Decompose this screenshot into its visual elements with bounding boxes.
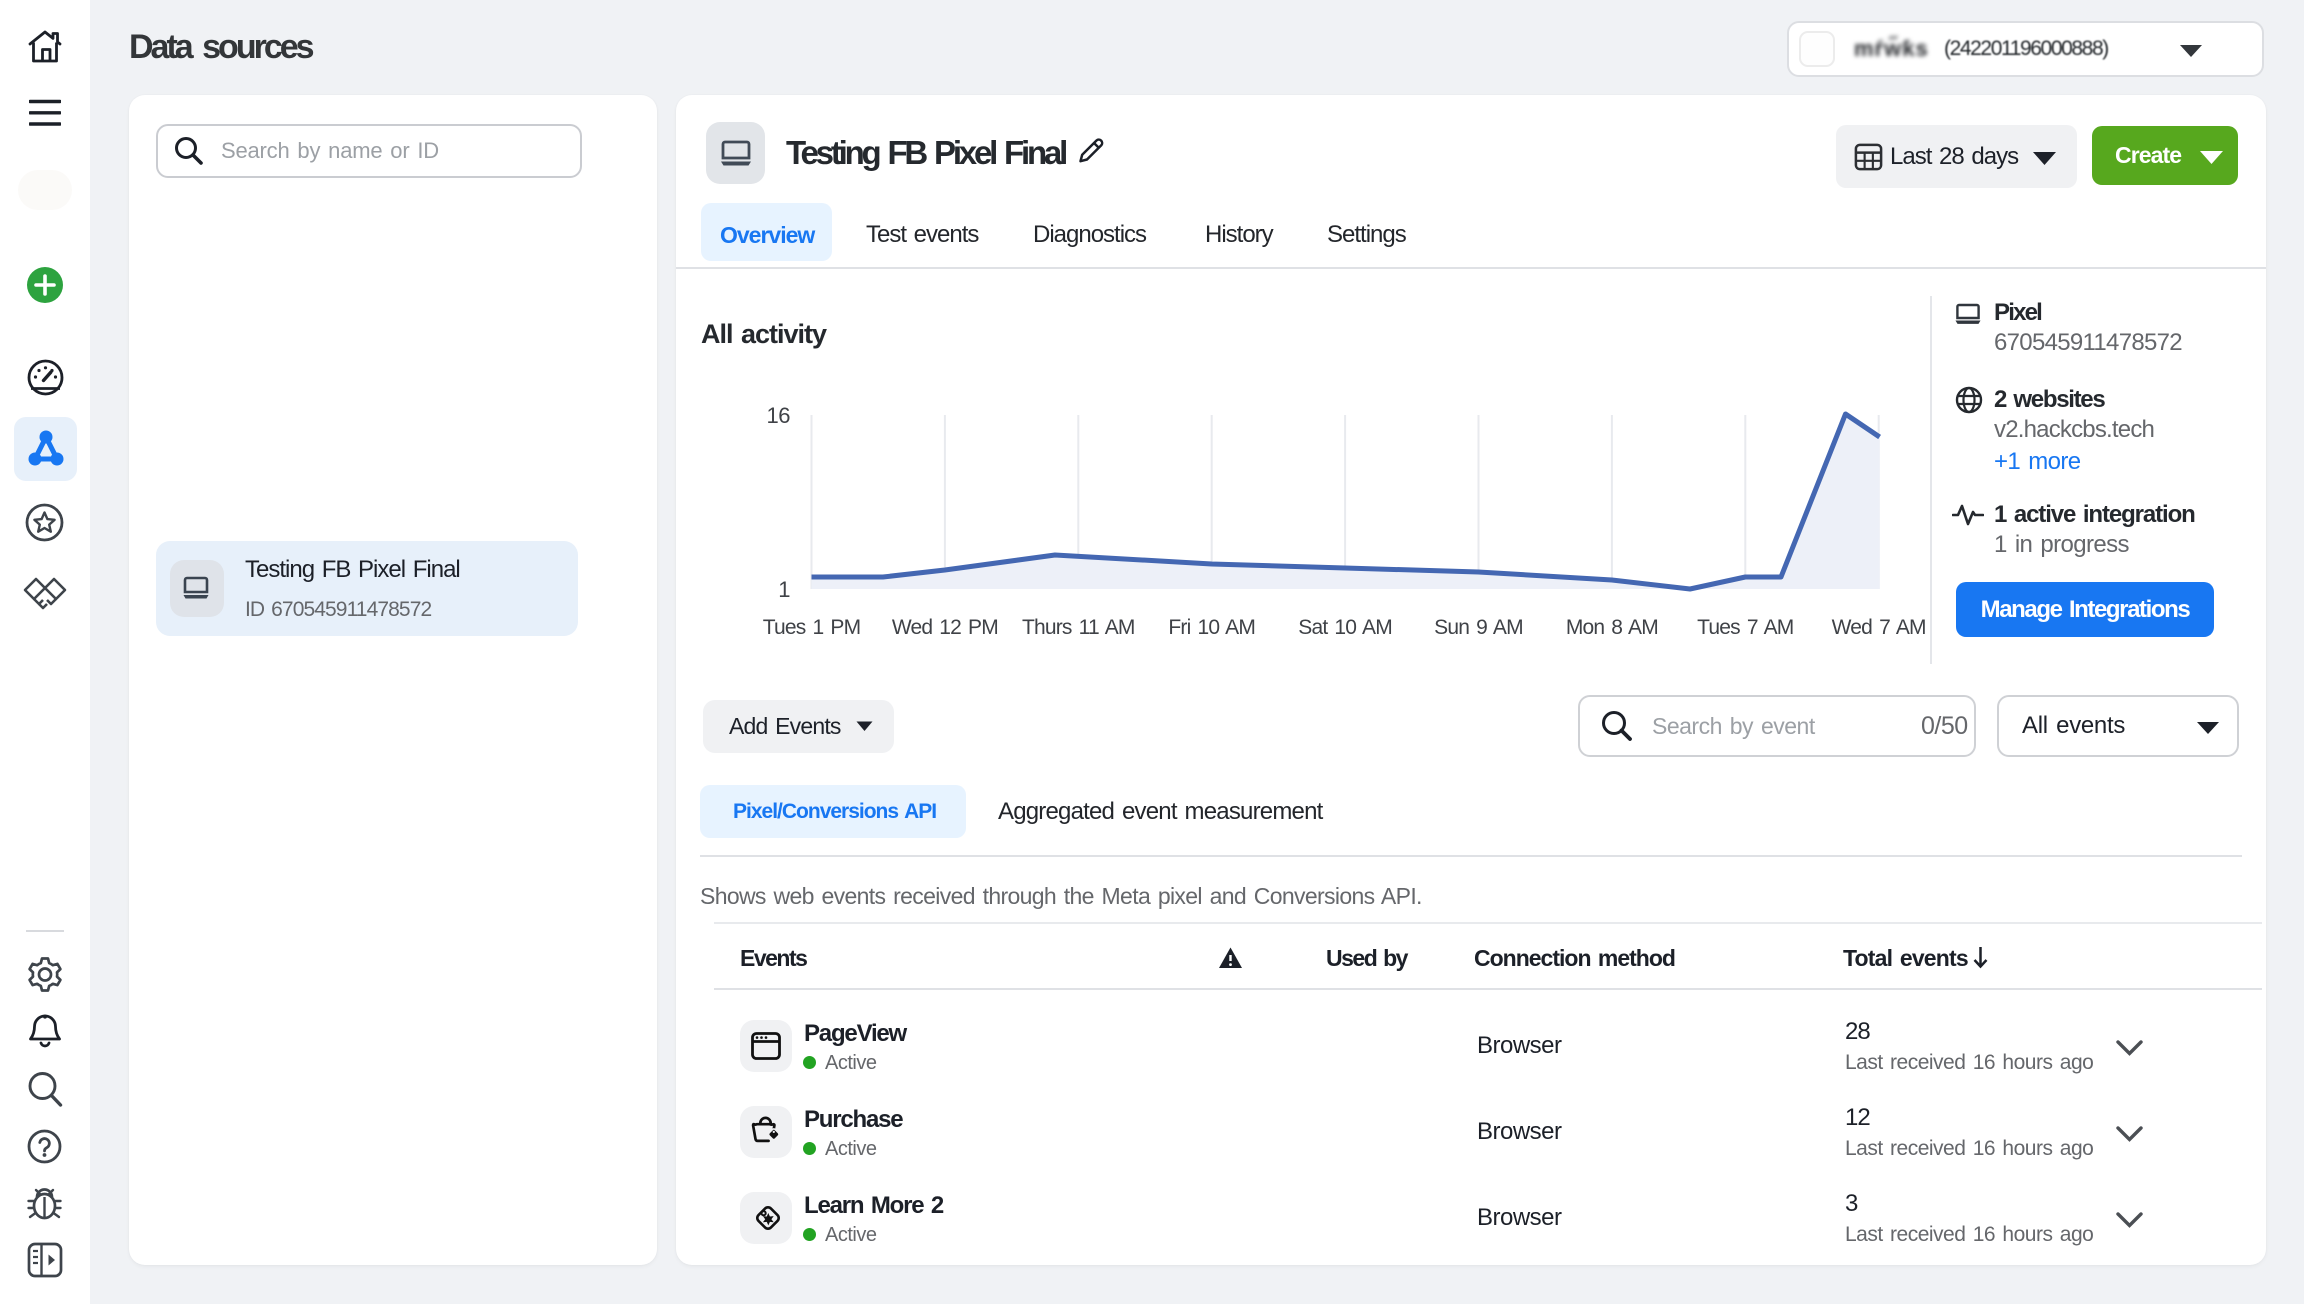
svg-text:Fri 10 AM: Fri 10 AM [1168,616,1255,639]
svg-text:Sun 9 AM: Sun 9 AM [1434,616,1523,639]
svg-text:Wed 12 PM: Wed 12 PM [892,616,998,639]
svg-text:1: 1 [778,577,790,602]
svg-text:Tues 7 AM: Tues 7 AM [1697,616,1793,639]
svg-text:Mon 8 AM: Mon 8 AM [1566,616,1658,639]
svg-text:Tues 1 PM: Tues 1 PM [763,616,861,639]
svg-text:Sat 10 AM: Sat 10 AM [1298,616,1392,639]
svg-text:Thurs 11 AM: Thurs 11 AM [1022,616,1135,639]
svg-text:16: 16 [767,403,791,428]
svg-text:Wed 7 AM: Wed 7 AM [1832,616,1926,639]
